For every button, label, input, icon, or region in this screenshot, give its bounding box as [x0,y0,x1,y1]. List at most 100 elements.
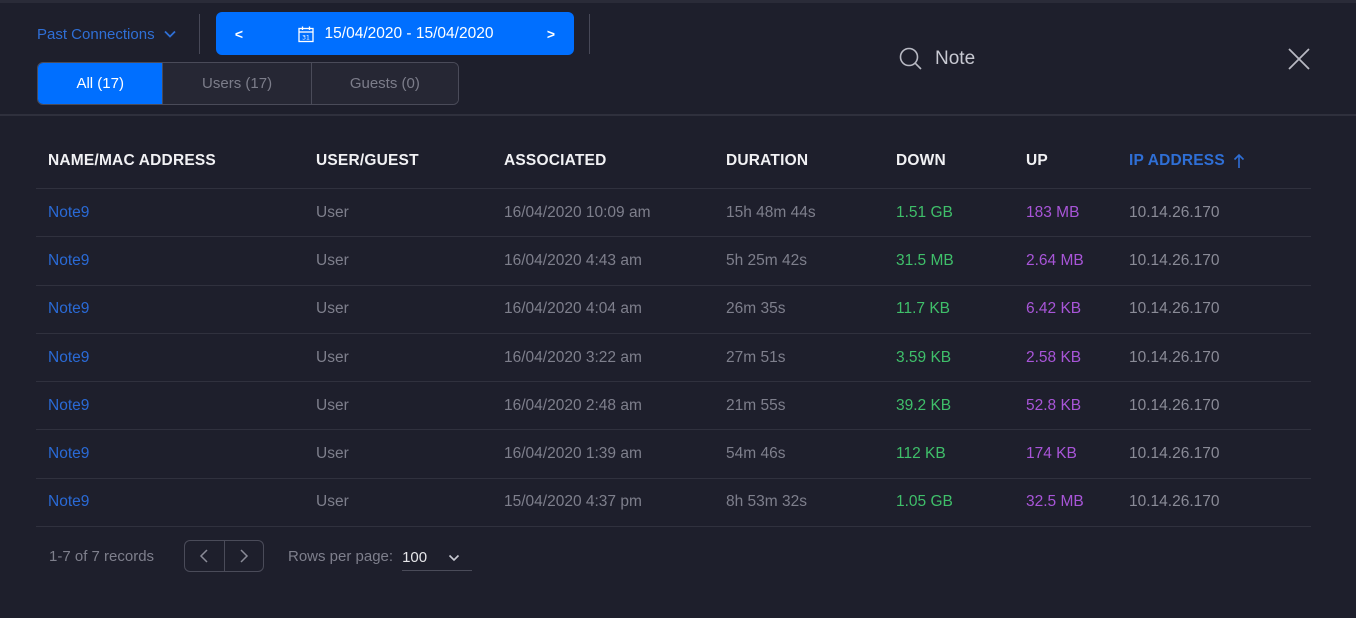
duration: 5h 25m 42s [726,251,807,269]
client-type: User [316,348,349,366]
table-row: Note9 User 16/04/2020 4:43 am 5h 25m 42s 31.… [36,237,1311,286]
rows-per-page-label: Rows per page: [288,547,394,565]
view-selector-label: Past Connections [37,25,155,43]
search-icon [899,47,922,70]
date-range-button[interactable]: 31 15/04/2020 - 15/04/2020 [262,25,528,43]
download-amount: 1.51 GB [896,203,953,221]
previous-date-button[interactable]: < [216,12,262,55]
previous-page-button[interactable] [185,541,225,571]
table-row: Note9 User 16/04/2020 3:22 am 27m 51s 3.59 K… [36,334,1311,383]
rows-per-page-select[interactable]: 100 [402,541,473,571]
associated-time: 16/04/2020 4:04 am [504,300,642,318]
upload-amount: 2.64 MB [1026,251,1084,269]
column-header-associated[interactable]: ASSOCIATED [504,152,726,170]
client-type: User [316,445,349,463]
header: Past Connections < 31 15/04/2020 - 15/04… [0,0,1356,116]
tab-users[interactable]: Users (17) [163,63,312,104]
download-amount: 11.7 KB [896,300,951,318]
divider [589,14,590,54]
ip-address: 10.14.26.170 [1129,203,1220,221]
pagination-footer: 1-7 of 7 records Rows per page: 100 [49,540,473,572]
duration: 27m 51s [726,348,786,366]
connections-table: NAME/MAC ADDRESS USER/GUEST ASSOCIATED D… [36,134,1311,528]
column-header-user-guest[interactable]: USER/GUEST [316,152,504,170]
client-type: User [316,300,349,318]
ip-address: 10.14.26.170 [1129,300,1220,318]
device-name-link[interactable]: Note9 [36,493,316,511]
duration: 8h 53m 32s [726,493,807,511]
records-count: 1-7 of 7 records [49,547,155,565]
date-range-value: 15/04/2020 - 15/04/2020 [324,24,494,42]
calendar-icon: 31 [297,26,314,42]
column-header-duration[interactable]: DURATION [726,152,896,170]
client-type: User [316,203,349,221]
view-selector-dropdown[interactable]: Past Connections [37,22,177,46]
associated-time: 16/04/2020 1:39 am [504,445,642,463]
date-range-picker: < 31 15/04/2020 - 15/04/2020 > [216,12,574,55]
table-header: NAME/MAC ADDRESS USER/GUEST ASSOCIATED D… [36,134,1311,189]
device-name-link[interactable]: Note9 [36,397,316,415]
download-amount: 31.5 MB [896,251,954,269]
arrow-up-icon [1233,153,1244,168]
upload-amount: 2.58 KB [1026,348,1082,366]
download-amount: 39.2 KB [896,396,952,414]
associated-time: 16/04/2020 10:09 am [504,203,651,221]
chevron-down-icon [448,554,460,561]
duration: 26m 35s [726,300,786,318]
associated-time: 16/04/2020 3:22 am [504,348,642,366]
upload-amount: 6.42 KB [1026,300,1082,318]
device-name-link[interactable]: Note9 [36,300,316,318]
tab-guests[interactable]: Guests (0) [311,63,458,104]
client-type: User [316,493,349,511]
table-row: Note9 User 16/04/2020 1:39 am 54m 46s 112 KB… [36,430,1311,479]
chevron-down-icon [163,30,176,38]
chevron-right-icon [240,549,248,563]
column-label: USER/GUEST [316,152,419,169]
associated-time: 15/04/2020 4:37 pm [504,493,642,511]
table-row: Note9 User 16/04/2020 4:04 am 26m 35s 11.7 K… [36,286,1311,334]
column-label: NAME/MAC ADDRESS [48,152,216,169]
column-label: IP ADDRESS [1129,152,1225,169]
column-label: DURATION [726,152,809,169]
column-label: DOWN [896,152,946,169]
ip-address: 10.14.26.170 [1129,348,1220,366]
duration: 15h 48m 44s [726,203,816,221]
ip-address: 10.14.26.170 [1129,396,1220,414]
column-label: ASSOCIATED [504,152,607,169]
device-name-link[interactable]: Note9 [36,252,316,270]
close-button[interactable] [1286,46,1312,72]
client-filter-tabs: All (17) Users (17) Guests (0) [37,62,459,105]
column-header-up[interactable]: UP [1026,152,1129,170]
ip-address: 10.14.26.170 [1129,445,1220,463]
column-header-ip-address[interactable]: IP ADDRESS [1129,152,1311,170]
upload-amount: 174 KB [1026,445,1077,463]
associated-time: 16/04/2020 4:43 am [504,251,642,269]
client-type: User [316,396,349,414]
client-type: User [316,251,349,269]
table-row: Note9 User 16/04/2020 10:09 am 15h 48m 44s 1… [36,189,1311,238]
search-input[interactable] [935,48,1235,70]
ip-address: 10.14.26.170 [1129,251,1220,269]
tab-all[interactable]: All (17) [38,63,164,104]
column-header-down[interactable]: DOWN [896,152,1026,170]
close-icon [1288,48,1310,70]
column-label: UP [1026,152,1048,169]
download-amount: 1.05 GB [896,493,953,511]
table-body: Note9 User 16/04/2020 10:09 am 15h 48m 44s 1… [36,189,1311,528]
device-name-link[interactable]: Note9 [36,445,316,463]
table-row: Note9 User 15/04/2020 4:37 pm 8h 53m 32s 1.0… [36,479,1311,528]
next-date-button[interactable]: > [528,12,574,55]
download-amount: 112 KB [896,445,946,463]
device-name-link[interactable]: Note9 [36,204,316,222]
column-header-name[interactable]: NAME/MAC ADDRESS [36,152,316,170]
next-page-button[interactable] [225,541,264,571]
ip-address: 10.14.26.170 [1129,493,1220,511]
duration: 21m 55s [726,396,786,414]
table-row: Note9 User 16/04/2020 2:48 am 21m 55s 39.2 K… [36,382,1311,431]
device-name-link[interactable]: Note9 [36,349,316,367]
rows-per-page-value: 100 [402,549,428,566]
pagination-controls [184,540,264,572]
upload-amount: 32.5 MB [1026,493,1084,511]
search-bar [898,44,1235,74]
associated-time: 16/04/2020 2:48 am [504,396,642,414]
